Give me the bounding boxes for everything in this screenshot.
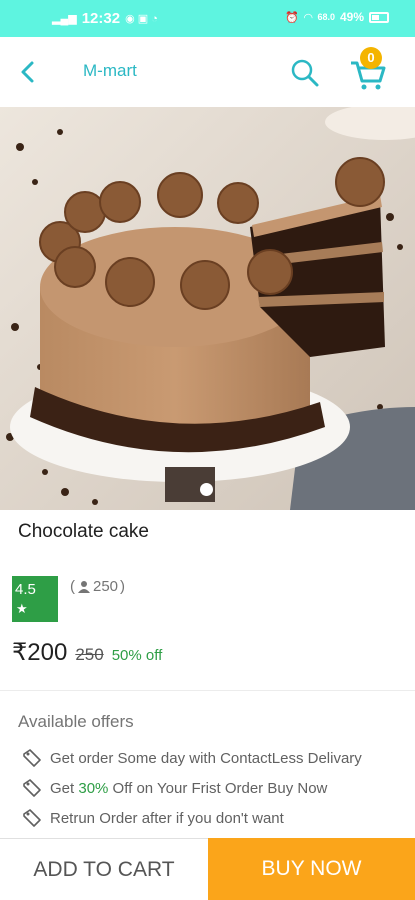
offer-item: Retrun Order after if you don't want [22,808,284,828]
user-icon [78,580,90,593]
product-image[interactable] [0,107,415,510]
tag-icon [23,749,41,767]
reviews-count[interactable]: ( 250 ) [70,578,125,595]
tag-icon [23,809,41,827]
cake-illustration [0,107,415,510]
search-button[interactable] [289,57,321,89]
status-bar-right: ⏰ ◠ 68.0 49% [285,10,389,24]
offer-text-suffix: Off on Your Frist Order Buy Now [108,779,328,797]
original-price: 250 [75,645,104,664]
star-icon: ★ [16,601,28,616]
app-bar: M-mart 0 [0,37,415,107]
status-time: 12:32 [81,10,121,27]
search-icon [291,59,319,87]
add-to-cart-button[interactable]: ADD TO CART [0,838,208,900]
bottom-action-bar: ADD TO CART BUY NOW [0,838,415,900]
battery-icon [369,11,389,23]
divider [0,690,415,691]
offer-text: Retrun Order after if you don't want [50,809,284,827]
wifi-icon: ◠ [303,11,313,24]
back-arrow-icon [21,61,34,83]
status-bar: ▂▄▆ 12:32 ◉ ▣ ◔ ⏰ ◠ 68.0 49% [0,0,415,37]
product-title: Chocolate cake [18,521,149,542]
price: ₹200 [12,639,68,666]
carousel-dot[interactable] [200,483,213,496]
notification-icons: ◉ ▣ ◔ [125,13,158,25]
offer-highlight: 30% [78,779,109,797]
offer-text: Get order Some day with ContactLess Deli… [50,749,362,767]
app-title: M-mart [83,61,137,80]
network-speed: 68.0 [317,12,335,22]
alarm-icon: ⏰ [285,11,299,24]
battery-percent: 49% [339,10,364,24]
signal-icon: ▂▄▆ [52,13,77,25]
offer-item: Get 30% Off on Your Frist Order Buy Now [22,778,327,798]
reviews-number: 250 [93,578,119,595]
back-button[interactable] [14,57,44,87]
rating-badge: 4.5 ★ [12,576,58,622]
tag-icon [23,779,41,797]
price-row: ₹200 250 50% off [12,638,162,667]
offer-text-prefix: Get [50,779,79,797]
cart-count-badge: 0 [360,47,382,69]
discount-label: 50% off [111,647,163,664]
offers-title: Available offers [18,712,134,731]
offer-item: Get order Some day with ContactLess Deli… [22,748,362,768]
reviews-open-paren: ( [70,578,75,595]
reviews-close-paren: ) [120,578,126,595]
buy-now-button[interactable]: BUY NOW [208,838,415,900]
rating-value: 4.5 [15,581,36,598]
status-bar-left: ▂▄▆ 12:32 ◉ ▣ ◔ [52,10,158,27]
offer-text: Get 30% Off on Your Frist Order Buy Now [50,780,327,797]
